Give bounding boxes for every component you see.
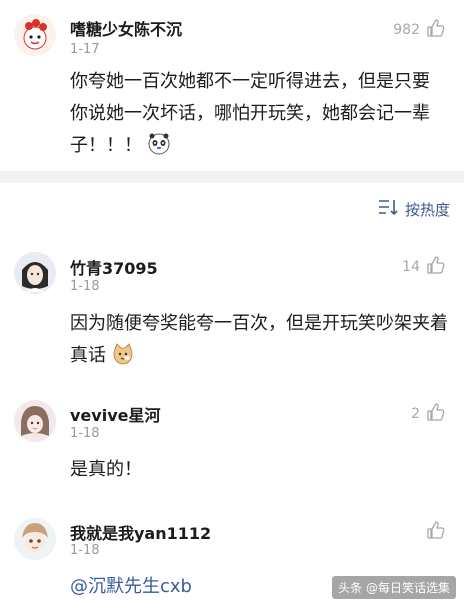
like-button[interactable]: 2 bbox=[411, 402, 446, 426]
username[interactable]: 嗜糖少女陈不沉 bbox=[70, 16, 182, 40]
cat-emoji-icon bbox=[112, 343, 134, 365]
thumbs-up-icon bbox=[426, 18, 446, 42]
comment-date: 1-18 bbox=[70, 279, 100, 294]
comment-text: 你夸她一百次她都不一定听得进去，但是只要你说她一次坏话，哪怕开玩笑，她都会记一辈… bbox=[70, 71, 430, 156]
sort-button[interactable]: 按热度 bbox=[377, 198, 450, 220]
like-count: 2 bbox=[411, 406, 420, 422]
avatar[interactable] bbox=[14, 400, 56, 442]
panda-emoji-icon bbox=[148, 133, 170, 155]
watermark-text: 头条 @每日笑话选集 bbox=[338, 581, 450, 595]
comment-date: 1-18 bbox=[70, 426, 100, 441]
like-button[interactable] bbox=[426, 520, 446, 544]
like-count: 14 bbox=[402, 259, 420, 275]
sort-icon bbox=[377, 198, 399, 220]
username[interactable]: 竹青37095 bbox=[70, 255, 158, 279]
section-divider bbox=[0, 171, 464, 183]
thumbs-up-icon bbox=[426, 520, 446, 544]
thumbs-up-icon bbox=[426, 255, 446, 279]
comment-date: 1-18 bbox=[70, 543, 100, 557]
avatar[interactable] bbox=[14, 252, 56, 294]
mention-link[interactable]: @沉默先生cxb bbox=[70, 572, 192, 598]
comment-date: 1-17 bbox=[70, 42, 100, 57]
comment-text: 因为随便夸奖能夸一百次，但是开玩笑吵架夹着真话 bbox=[70, 313, 448, 366]
comment-text: 是真的！ bbox=[70, 459, 142, 480]
like-button[interactable]: 982 bbox=[393, 18, 446, 42]
thumbs-up-icon bbox=[426, 402, 446, 426]
like-count: 982 bbox=[393, 22, 420, 38]
username[interactable]: vevive星河 bbox=[70, 402, 160, 426]
avatar[interactable] bbox=[14, 518, 56, 560]
like-button[interactable]: 14 bbox=[402, 255, 446, 279]
avatar[interactable] bbox=[14, 14, 56, 56]
username[interactable]: 我就是我yan1112 bbox=[70, 520, 211, 544]
watermark: 头条 @每日笑话选集 bbox=[332, 576, 456, 599]
sort-label: 按热度 bbox=[404, 200, 450, 219]
